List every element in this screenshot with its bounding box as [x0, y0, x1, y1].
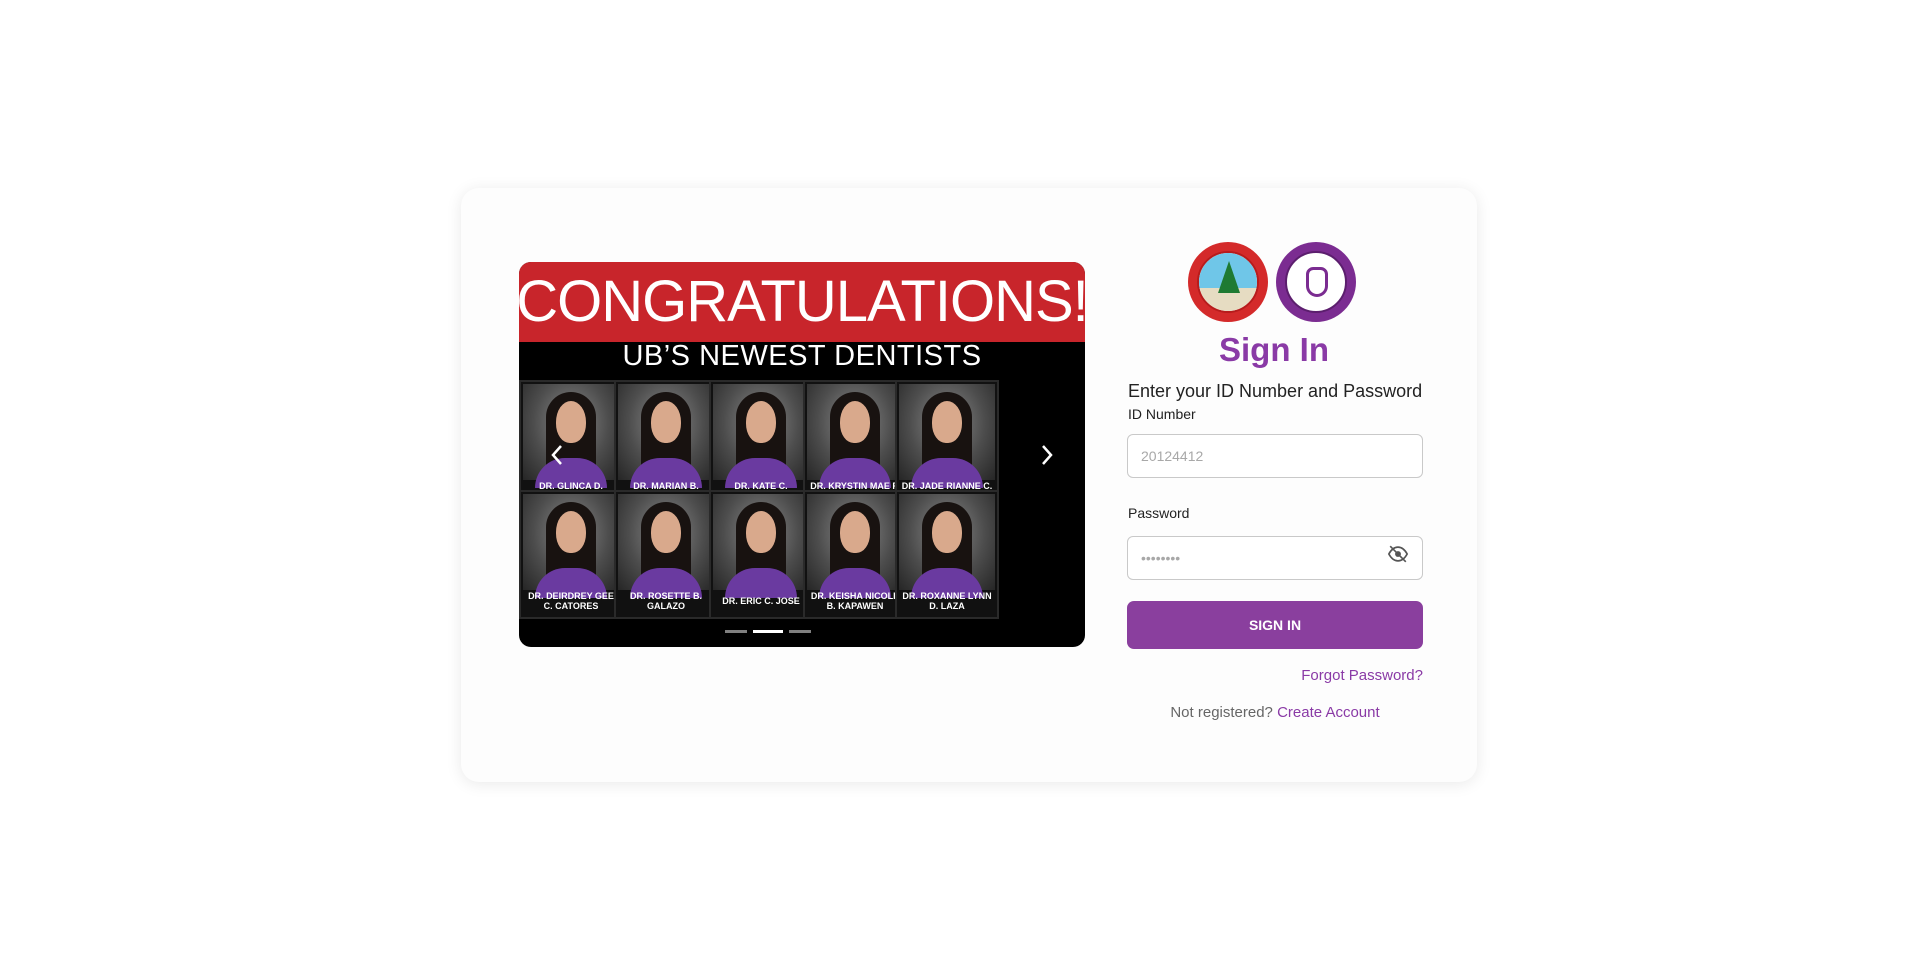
carousel-next-button[interactable] [1032, 440, 1062, 470]
graduates-carousel: CONGRATULATIONS! UB’S NEWEST DENTISTS DR… [519, 262, 1085, 647]
eye-slash-icon [1387, 545, 1409, 563]
portrait-face [746, 511, 776, 553]
portrait-face [556, 511, 586, 553]
create-account-link[interactable]: Create Account [1277, 704, 1380, 721]
graduate-name: DR. DEIRDREY GEE C. CATORES [528, 591, 614, 611]
graduate-name: DR. KEISHA NICOLE B. KAPAWEN [810, 591, 900, 611]
banner-title-strip: CONGRATULATIONS! [519, 262, 1085, 342]
carousel-prev-button[interactable] [542, 440, 572, 470]
register-prompt: Not registered? Create Account [1127, 704, 1423, 722]
form-instructions: Enter your ID Number and Password [1128, 381, 1423, 401]
graduate-portrait: DR. ROSETTE B. GALAZO [614, 490, 718, 619]
graduate-portrait: DR. DEIRDREY GEE C. CATORES [519, 490, 623, 619]
graduate-portrait: DR. ROXANNE LYNN D. LAZA [895, 490, 999, 619]
graduate-portrait: DR. ERIC C. JOSE [709, 490, 813, 619]
portrait-face [932, 511, 962, 553]
toggle-password-visibility-button[interactable] [1387, 543, 1409, 565]
portrait-face [651, 401, 681, 443]
portrait-face [932, 401, 962, 443]
id-number-input[interactable] [1127, 434, 1423, 478]
password-label: Password [1128, 505, 1190, 521]
banner-subtitle-strip: UB’S NEWEST DENTISTS [519, 342, 1085, 371]
password-input[interactable] [1127, 536, 1423, 580]
graduate-name: DR. ERIC C. JOSE [722, 596, 800, 606]
portrait-face [651, 511, 681, 553]
graduate-name: DR. ROXANNE LYNN D. LAZA [902, 591, 992, 611]
chevron-left-icon [551, 445, 562, 465]
sign-in-button[interactable]: SIGN IN [1127, 601, 1423, 649]
banner-subtitle: UB’S NEWEST DENTISTS [622, 340, 982, 372]
school-of-dentistry-seal-logo [1276, 242, 1356, 322]
graduate-portraits: DR. GLINCA D. ABULAGDR. MARIAN B. AGWIKI… [519, 380, 1085, 647]
forgot-password-link[interactable]: Forgot Password? [1300, 667, 1423, 685]
portrait-face [840, 401, 870, 443]
not-registered-text: Not registered? [1170, 704, 1273, 721]
carousel-indicator[interactable] [753, 629, 783, 633]
logo-group [1188, 242, 1356, 322]
carousel-indicator[interactable] [725, 629, 747, 633]
portrait-face [840, 511, 870, 553]
ub-seal-logo [1188, 242, 1268, 322]
page-title: Sign In [1219, 331, 1329, 368]
carousel-indicator[interactable] [789, 629, 811, 633]
graduate-portrait: DR. KEISHA NICOLE B. KAPAWEN [803, 490, 907, 619]
carousel-indicators [725, 628, 811, 634]
chevron-right-icon [1042, 445, 1053, 465]
id-number-label: ID Number [1128, 406, 1196, 422]
portrait-face [556, 401, 586, 443]
banner-title: CONGRATULATIONS! [519, 269, 1085, 334]
portrait-face [746, 401, 776, 443]
graduate-name: DR. ROSETTE B. GALAZO [629, 591, 702, 611]
